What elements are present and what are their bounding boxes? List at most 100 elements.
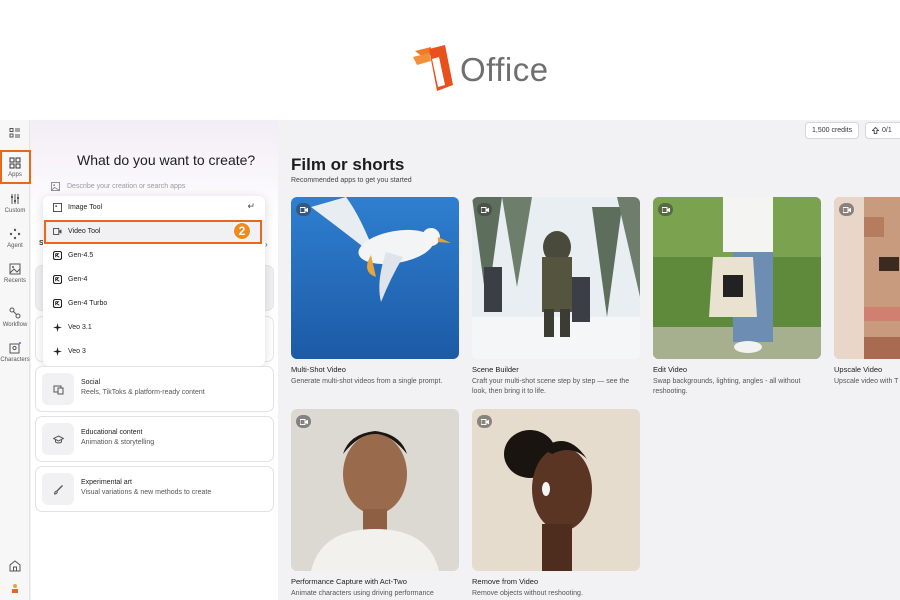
card-description: Craft your multi-shot scene step by step…	[472, 378, 630, 395]
dropdown-label: Veo 3.1	[68, 323, 92, 331]
card-title: Upscale Video	[834, 365, 883, 374]
enter-key-icon: ↵	[247, 201, 255, 211]
card-title: Multi-Shot Video	[291, 365, 346, 374]
search-input[interactable]: Describe your creation or search apps	[43, 176, 265, 196]
video-badge-icon	[296, 203, 311, 216]
brush-icon	[42, 473, 74, 505]
dropdown-item-gen-4[interactable]: Gen-4	[43, 268, 265, 290]
dropdown-item-gen-4-turbo[interactable]: Gen-4 Turbo	[43, 292, 265, 314]
main-content: 1,500 credits 0/1 Film or shorts Recomme…	[278, 120, 900, 600]
card-thumbnail	[291, 409, 459, 571]
tote-bag-image	[653, 197, 821, 359]
panel-title: What do you want to create?	[77, 152, 256, 168]
app-card-upscale-video[interactable]: Upscale Video Upscale video with T	[834, 197, 900, 387]
card-description: Remove objects without reshooting.	[472, 590, 583, 597]
card-thumbnail	[653, 197, 821, 359]
share-icon	[872, 127, 879, 134]
app-card-edit-video[interactable]: Edit Video Swap backgrounds, lighting, a…	[653, 197, 821, 397]
video-badge-icon	[477, 415, 492, 428]
runway-icon	[52, 274, 62, 284]
video-badge-icon	[477, 203, 492, 216]
card-title: Remove from Video	[472, 577, 539, 586]
app-card-remove-from-video[interactable]: Remove from Video Remove objects without…	[472, 409, 640, 599]
dropdown-label: Image Tool	[68, 203, 103, 211]
category-card-experimental[interactable]: Experimental art Visual variations & new…	[35, 466, 274, 512]
nodes-icon	[9, 307, 21, 319]
user-icon	[12, 584, 18, 593]
logo-text: Office	[460, 51, 549, 88]
dropdown-label: Veo 3	[68, 347, 86, 355]
snow-scene-image	[472, 197, 640, 359]
share-count: 0/1	[882, 127, 892, 134]
graduation-icon	[42, 423, 74, 455]
video-badge-icon	[839, 203, 854, 216]
rail-item-home[interactable]	[0, 560, 30, 572]
rail-label-recents: Recents	[3, 278, 26, 284]
page-title: Film or shorts	[291, 155, 405, 174]
sliders-icon	[11, 194, 19, 204]
seagull-image	[291, 197, 459, 359]
share-button[interactable]: 0/1	[865, 122, 900, 139]
rail-item-recents[interactable]: Recents	[0, 263, 30, 284]
step-2-badge: 2	[233, 222, 251, 240]
pixelated-face-image	[834, 197, 900, 359]
dropdown-item-image-tool[interactable]: Image Tool ↵	[43, 196, 265, 218]
character-icon	[9, 342, 21, 354]
category-subtitle: Reels, TikToks & platform-ready content	[81, 389, 205, 396]
phone-icon	[42, 373, 74, 405]
rail-label-agent: Agent	[7, 243, 23, 249]
card-title: Performance Capture with Act-Two	[291, 577, 407, 586]
rail-item-workflow[interactable]: Workflow	[0, 307, 30, 328]
card-description: Upscale video with T	[834, 378, 899, 385]
left-rail: Apps Custom Agent Recents Workflow Chara…	[0, 120, 30, 600]
sparkle-icon	[52, 322, 62, 332]
app-window: Apps Custom Agent Recents Workflow Chara…	[0, 120, 900, 600]
credits-button[interactable]: 1,500 credits	[805, 122, 860, 139]
rail-item-profile[interactable]	[0, 582, 30, 594]
rail-item-agent[interactable]: Agent	[0, 228, 30, 249]
card-description: Animate characters using driving perform…	[291, 590, 434, 597]
chevron-right-icon[interactable]: ›	[265, 240, 268, 249]
office-logo-icon	[413, 45, 453, 91]
rail-item-menu[interactable]	[0, 127, 30, 139]
create-panel: What do you want to create? Describe you…	[31, 120, 278, 600]
card-thumbnail	[834, 197, 900, 359]
sparkle-icon	[9, 228, 21, 240]
video-tool-highlight-box	[44, 220, 262, 244]
page-subtitle: Recommended apps to get you started	[291, 177, 412, 184]
category-title: Experimental art	[81, 479, 132, 486]
portrait-woman-image	[472, 409, 640, 571]
category-subtitle: Visual variations & new methods to creat…	[81, 489, 212, 496]
rail-label-characters: Characters	[0, 357, 30, 363]
image-search-icon	[51, 181, 60, 191]
image-icon	[52, 202, 62, 212]
dropdown-label: Gen-4.5	[68, 251, 94, 259]
logo-bar: Office	[0, 0, 900, 120]
category-card-social[interactable]: Social Reels, TikToks & platform-ready c…	[35, 366, 274, 412]
dropdown-label: Gen-4	[68, 275, 88, 283]
card-description: Generate multi-shot videos from a single…	[291, 378, 443, 385]
rail-label-workflow: Workflow	[2, 322, 28, 328]
app-card-performance-capture[interactable]: Performance Capture with Act-Two Animate…	[291, 409, 459, 599]
dropdown-item-veo-3[interactable]: Veo 3	[43, 340, 265, 362]
video-badge-icon	[296, 415, 311, 428]
home-icon	[9, 560, 21, 572]
dropdown-item-gen-4-5[interactable]: Gen-4.5	[43, 244, 265, 266]
video-badge-icon	[658, 203, 673, 216]
rail-item-characters[interactable]: Characters	[0, 342, 30, 363]
card-title: Scene Builder	[472, 365, 519, 374]
dropdown-item-veo-3-1[interactable]: Veo 3.1	[43, 316, 265, 338]
app-card-multi-shot-video[interactable]: Multi-Shot Video Generate multi-shot vid…	[291, 197, 459, 387]
category-card-educational[interactable]: Educational content Animation & storytel…	[35, 416, 274, 462]
dropdown-label: Gen-4 Turbo	[68, 299, 108, 307]
card-thumbnail	[472, 409, 640, 571]
portrait-man-image	[291, 409, 459, 571]
search-placeholder: Describe your creation or search apps	[67, 182, 186, 190]
card-thumbnail	[291, 197, 459, 359]
sparkle-icon	[52, 346, 62, 356]
rail-label-custom: Custom	[4, 208, 26, 214]
apps-highlight-box	[0, 150, 31, 184]
app-card-scene-builder[interactable]: Scene Builder Craft your multi-shot scen…	[472, 197, 640, 397]
image-icon	[9, 263, 21, 275]
rail-item-custom[interactable]: Custom	[0, 193, 30, 214]
